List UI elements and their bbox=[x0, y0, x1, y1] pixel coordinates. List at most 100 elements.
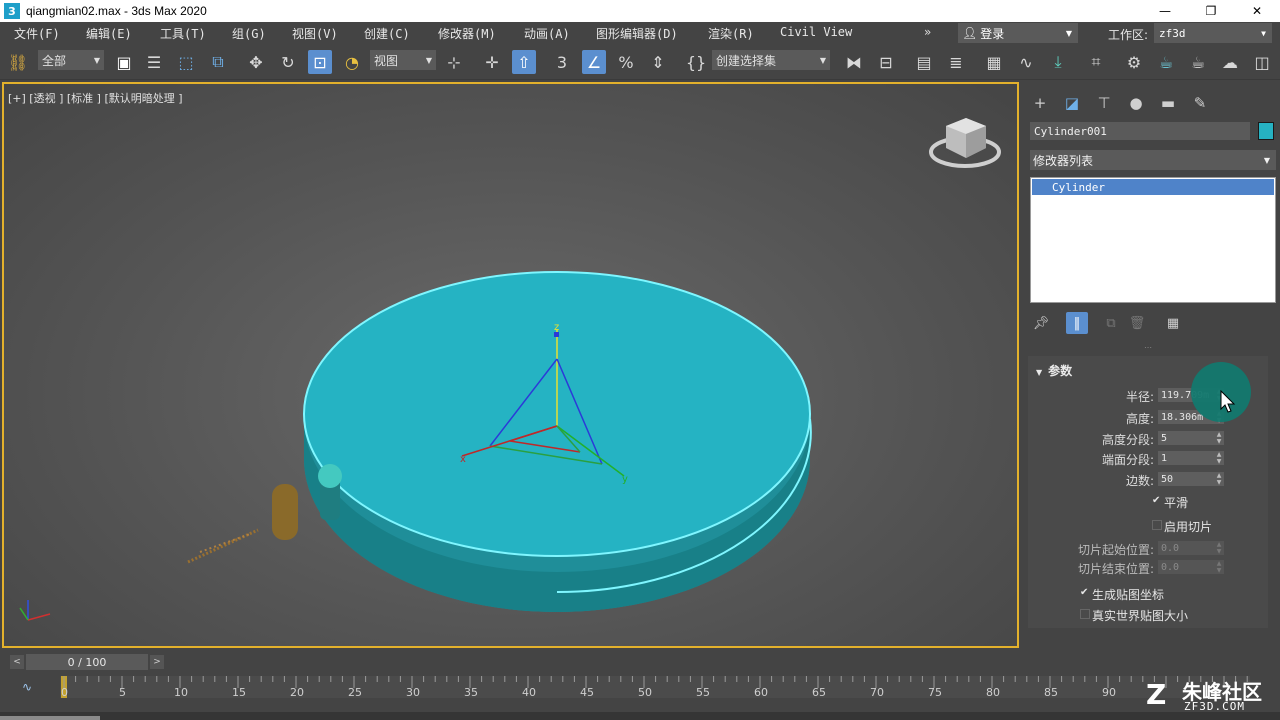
menu-more-button[interactable]: » bbox=[924, 25, 931, 39]
ruler-tick-label: 85 bbox=[1044, 686, 1058, 699]
perspective-viewport[interactable]: [+] [透视 ] [标准 ] [默认明暗处理 ] z x y bbox=[2, 82, 1019, 648]
align-icon[interactable]: ⊟ bbox=[874, 50, 898, 74]
snap-toggle-icon[interactable]: 3 bbox=[550, 50, 574, 74]
window-controls: — ❐ ✕ bbox=[1142, 0, 1280, 22]
render-cloud-icon[interactable]: ☁ bbox=[1218, 50, 1242, 74]
display-tab-icon[interactable]: ▬ bbox=[1156, 92, 1180, 114]
menu-graph-editors[interactable]: 图形编辑器(D) bbox=[596, 25, 678, 42]
cap-segments-label: 端面分段: bbox=[1101, 453, 1154, 467]
pin-stack-icon[interactable]: 📌︎ bbox=[1030, 312, 1052, 334]
show-end-result-icon[interactable]: ‖ bbox=[1066, 312, 1088, 334]
select-manipulate-icon[interactable]: ✛ bbox=[480, 50, 504, 74]
workspace-dropdown[interactable]: zf3d ▼ bbox=[1154, 23, 1272, 43]
mirror-icon[interactable]: ⧓ bbox=[842, 50, 866, 74]
rect-selection-icon[interactable]: ⬚ bbox=[174, 50, 198, 74]
gen-map-coords-checkbox[interactable]: ✔ bbox=[1080, 588, 1090, 598]
chevron-down-icon: ▼ bbox=[425, 55, 432, 65]
panel-grip[interactable]: ⋯ bbox=[1144, 344, 1158, 352]
create-tab-icon[interactable]: + bbox=[1028, 92, 1052, 114]
ruler-tick-label: 80 bbox=[986, 686, 1000, 699]
maximize-button[interactable]: ❐ bbox=[1188, 0, 1234, 22]
textured-cylinder[interactable] bbox=[272, 484, 298, 540]
pivot-icon[interactable]: ⊹ bbox=[442, 50, 466, 74]
menu-civil-view[interactable]: Civil View bbox=[780, 25, 852, 39]
keyboard-shortcut-icon[interactable]: ⇧ bbox=[512, 50, 536, 74]
ruler-tick-label: 35 bbox=[464, 686, 478, 699]
remove-modifier-icon[interactable]: 🗑︎ bbox=[1126, 312, 1148, 334]
window-crossing-icon[interactable]: ⧉ bbox=[206, 50, 230, 74]
slice-to-spinner[interactable]: ▲ ▼ bbox=[1214, 560, 1224, 574]
named-selection-dropdown[interactable]: 创建选择集 ▼ bbox=[712, 50, 830, 70]
move-icon[interactable]: ✥ bbox=[244, 50, 268, 74]
ruler-tick-label: 10 bbox=[174, 686, 188, 699]
hierarchy-tab-icon[interactable]: ⊤ bbox=[1092, 92, 1116, 114]
motion-tab-icon[interactable]: ● bbox=[1124, 92, 1148, 114]
ribbon-icon[interactable]: ▦ bbox=[982, 50, 1006, 74]
render-production-icon[interactable]: ☕ bbox=[1186, 50, 1210, 74]
place-icon[interactable]: ◔ bbox=[340, 50, 364, 74]
scale-icon[interactable]: ⊡ bbox=[308, 50, 332, 74]
status-strip bbox=[0, 712, 1280, 720]
close-button[interactable]: ✕ bbox=[1234, 0, 1280, 22]
material-editor-icon[interactable]: ⌗ bbox=[1084, 50, 1108, 74]
selection-filter-dropdown[interactable]: 全部 ▼ bbox=[38, 50, 104, 70]
layer-explorer-icon[interactable]: ≣ bbox=[944, 50, 968, 74]
rotate-icon[interactable]: ↻ bbox=[276, 50, 300, 74]
gizmo-z-label: z bbox=[554, 322, 559, 333]
menu-create[interactable]: 创建(C) bbox=[364, 25, 410, 42]
menu-view[interactable]: 视图(V) bbox=[292, 25, 338, 42]
select-object-icon[interactable]: ▣ bbox=[112, 50, 136, 74]
object-color-swatch[interactable] bbox=[1258, 122, 1274, 140]
modifier-list-dropdown[interactable]: 修改器列表 ▼ bbox=[1030, 150, 1276, 170]
link-icon[interactable]: ⛓ bbox=[6, 50, 30, 74]
chevron-down-icon: ▼ bbox=[1263, 155, 1270, 165]
mini-curve-editor-icon[interactable]: ∿ bbox=[22, 680, 32, 694]
menu-rendering[interactable]: 渲染(R) bbox=[708, 25, 754, 42]
menu-animation[interactable]: 动画(A) bbox=[524, 25, 570, 42]
title-bar: 3 qiangmian02.max - 3ds Max 2020 — ❐ ✕ bbox=[0, 0, 1280, 22]
select-by-name-icon[interactable]: ☰ bbox=[142, 50, 166, 74]
menu-file[interactable]: 文件(F) bbox=[14, 25, 60, 42]
menu-group[interactable]: 组(G) bbox=[232, 25, 266, 42]
gizmo-x-label: x bbox=[460, 454, 466, 465]
ruler-tick-label: 20 bbox=[290, 686, 304, 699]
rollout-title[interactable]: ▼ 参数 bbox=[1036, 362, 1072, 379]
smooth-checkbox[interactable]: ✔ bbox=[1152, 496, 1162, 506]
sides-spinner[interactable]: ▲ ▼ bbox=[1214, 472, 1224, 486]
slice-checkbox[interactable] bbox=[1152, 520, 1162, 530]
scene-explorer-icon[interactable]: ▤ bbox=[912, 50, 936, 74]
a360-icon[interactable]: ◫ bbox=[1250, 50, 1274, 74]
time-prev-button[interactable]: < bbox=[10, 655, 24, 669]
object-name-field[interactable]: Cylinder001 bbox=[1030, 122, 1250, 140]
menu-tools[interactable]: 工具(T) bbox=[160, 25, 206, 42]
ref-coord-dropdown[interactable]: 视图 ▼ bbox=[370, 50, 436, 70]
rendered-frame-icon[interactable]: ☕ bbox=[1154, 50, 1178, 74]
height-segments-spinner[interactable]: ▲ ▼ bbox=[1214, 431, 1224, 445]
login-dropdown[interactable]: 👤︎ 登录 ▼ bbox=[958, 23, 1078, 43]
time-slider-bar: < 0 / 100 > bbox=[0, 650, 1280, 674]
slice-from-spinner[interactable]: ▲ ▼ bbox=[1214, 541, 1224, 555]
schematic-view-icon[interactable]: ⤓ bbox=[1046, 50, 1070, 74]
percent-snap-icon[interactable]: % bbox=[614, 50, 638, 74]
watermark-logo: Z bbox=[1146, 678, 1167, 711]
angle-snap-icon[interactable]: ∠ bbox=[582, 50, 606, 74]
modify-tab-icon[interactable]: ◪ bbox=[1060, 92, 1084, 114]
workspace-label: 工作区: bbox=[1108, 28, 1149, 42]
utilities-tab-icon[interactable]: ✎ bbox=[1188, 92, 1212, 114]
time-slider[interactable]: 0 / 100 bbox=[26, 654, 148, 670]
curve-editor-icon[interactable]: ∿ bbox=[1014, 50, 1038, 74]
minimize-button[interactable]: — bbox=[1142, 0, 1188, 22]
configure-modifier-sets-icon[interactable]: ▦ bbox=[1162, 312, 1184, 334]
menu-edit[interactable]: 编辑(E) bbox=[86, 25, 132, 42]
sphere-object[interactable] bbox=[318, 464, 342, 488]
time-next-button[interactable]: > bbox=[150, 655, 164, 669]
edit-named-selection-icon[interactable]: {} bbox=[684, 50, 708, 74]
make-unique-icon[interactable]: ⧉ bbox=[1100, 312, 1122, 334]
real-world-map-checkbox[interactable] bbox=[1080, 609, 1090, 619]
menu-modifiers[interactable]: 修改器(M) bbox=[438, 25, 496, 42]
spinner-snap-icon[interactable]: ⇕ bbox=[646, 50, 670, 74]
cap-segments-spinner[interactable]: ▲ ▼ bbox=[1214, 451, 1224, 465]
stack-item-cylinder[interactable]: Cylinder bbox=[1032, 179, 1274, 195]
render-setup-icon[interactable]: ⚙ bbox=[1122, 50, 1146, 74]
gen-map-coords-label: 生成贴图坐标 bbox=[1092, 588, 1165, 602]
